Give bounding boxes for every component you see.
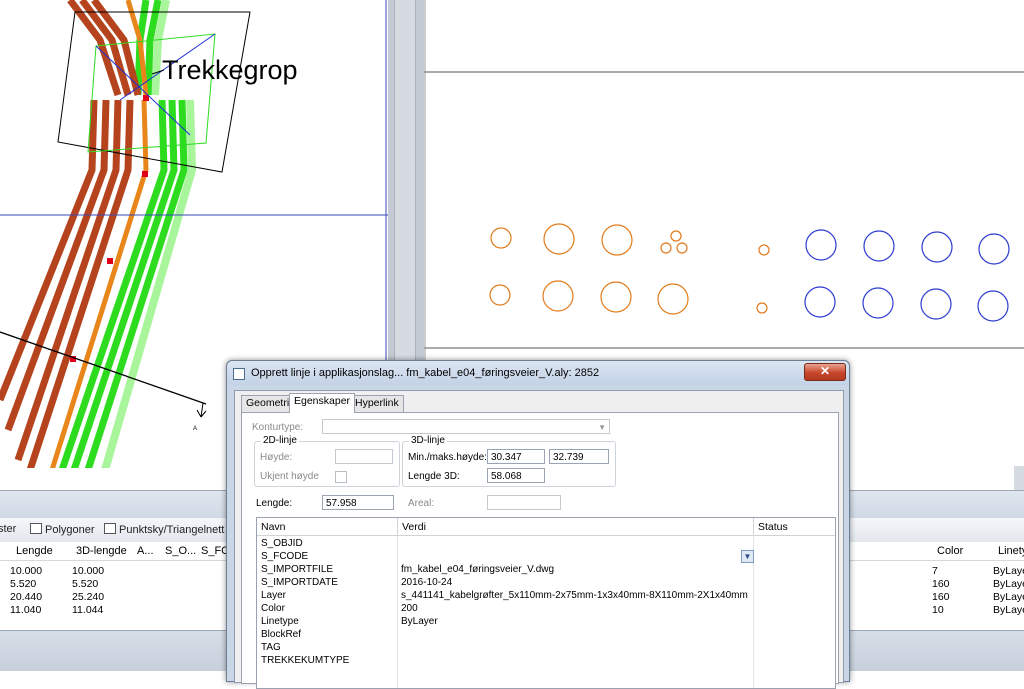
konturtype-label: Konturtype: bbox=[252, 422, 304, 433]
cell-lengde: 11.040 bbox=[10, 604, 42, 616]
grid-row[interactable]: S_IMPORTFILE fm_kabel_e04_føringsveier_V… bbox=[257, 563, 835, 576]
col-linetype[interactable]: Linety bbox=[998, 545, 1024, 557]
max-hoyde-field[interactable]: 32.739 bbox=[549, 449, 609, 464]
grid-row[interactable]: TREKKEKUMTYPE bbox=[257, 654, 835, 667]
tab-punktsky[interactable]: Punktsky/Triangelnett bbox=[104, 523, 224, 536]
tab-hyperlink[interactable]: Hyperlink bbox=[350, 395, 404, 412]
col-3d-lengde[interactable]: 3D-lengde bbox=[76, 545, 127, 557]
minmax-hoyde-label: Min./maks.høyde: bbox=[408, 452, 487, 463]
drawing-label-trekkegrop: Trekkegrop bbox=[162, 55, 298, 85]
col-s-fc[interactable]: S_FC bbox=[201, 545, 229, 557]
grid-row[interactable]: Layer s_441141_kabelgrøfter_5x110mm-2x75… bbox=[257, 589, 835, 602]
pipe-circles-orange bbox=[489, 223, 770, 315]
tab-geometri[interactable]: Geometri bbox=[241, 395, 295, 412]
grid-row-name: BlockRef bbox=[261, 629, 302, 640]
group-3d-linje: 3D-linje Min./maks.høyde: 30.347 32.739 … bbox=[402, 435, 616, 487]
grid-row[interactable]: S_FCODE ▼ bbox=[257, 550, 835, 563]
grid-row-name: Color bbox=[261, 603, 285, 614]
group-2d-linje: 2D-linje Høyde: Ukjent høyde bbox=[254, 435, 400, 487]
tab-layers-label: ster bbox=[0, 523, 17, 535]
cell-lengde: 5.520 bbox=[10, 578, 37, 590]
grid-row[interactable]: TAG bbox=[257, 641, 835, 654]
grid-row[interactable]: Linetype ByLayer bbox=[257, 615, 835, 628]
cell-linetype: ByLaye bbox=[993, 565, 1024, 577]
tab-polygoner[interactable]: Polygoner bbox=[30, 523, 95, 536]
group-3d-title: 3D-linje bbox=[409, 435, 447, 446]
cell-linetype: ByLaye bbox=[993, 591, 1024, 603]
cable-trench-brown bbox=[0, 0, 142, 468]
grid-row[interactable]: BlockRef bbox=[257, 628, 835, 641]
chevron-down-icon: ▼ bbox=[598, 423, 606, 432]
grid-row-name: TAG bbox=[261, 642, 281, 653]
grid-header-verdi[interactable]: Verdi bbox=[397, 518, 753, 536]
tab-polygoner-label: Polygoner bbox=[45, 524, 95, 536]
hoyde-label: Høyde: bbox=[260, 452, 293, 463]
cell-3d-lengde: 11.044 bbox=[72, 604, 104, 616]
pointcloud-icon bbox=[104, 523, 116, 534]
ukjent-hoyde-label: Ukjent høyde bbox=[260, 471, 319, 482]
cell-3d-lengde: 10.000 bbox=[72, 565, 105, 577]
viewport-scrollbar[interactable] bbox=[1014, 466, 1024, 490]
property-grid[interactable]: Navn Verdi Status S_OBJID S_FCODE ▼ S_IM… bbox=[256, 517, 836, 689]
grid-row-name: S_OBJID bbox=[261, 538, 303, 549]
cell-linetype: ByLaye bbox=[993, 604, 1024, 616]
cell-lengde: 20.440 bbox=[10, 591, 43, 603]
col-s-o[interactable]: S_O... bbox=[165, 545, 196, 557]
section-arrow-label: A bbox=[193, 426, 197, 432]
grid-row-name: Linetype bbox=[261, 616, 299, 627]
hoyde-field[interactable] bbox=[335, 449, 393, 464]
lengde-label: Lengde: bbox=[256, 498, 293, 509]
app-icon bbox=[233, 368, 245, 380]
areal-label: Areal: bbox=[408, 498, 435, 509]
cell-lengde: 10.000 bbox=[10, 565, 43, 577]
create-line-dialog: Opprett linje i applikasjonslag... fm_ka… bbox=[226, 360, 850, 689]
lengde-3d-field[interactable]: 58.068 bbox=[487, 468, 545, 483]
pipe-circles-blue bbox=[804, 229, 1010, 322]
col-color[interactable]: Color bbox=[937, 545, 963, 557]
grid-row[interactable]: Color 200 bbox=[257, 602, 835, 615]
min-hoyde-field[interactable]: 30.347 bbox=[487, 449, 545, 464]
grid-row-value: 2016-10-24 bbox=[401, 577, 453, 588]
tab-egenskaper[interactable]: Egenskaper bbox=[289, 393, 356, 413]
cell-3d-lengde: 25.240 bbox=[72, 591, 105, 603]
grid-row-name: Layer bbox=[261, 590, 287, 601]
fcode-dropdown-icon[interactable]: ▼ bbox=[741, 550, 754, 563]
grid-row-name: TREKKEKUMTYPE bbox=[261, 655, 350, 666]
tab-layers[interactable]: ster bbox=[0, 523, 16, 535]
grid-row-value: 200 bbox=[401, 603, 418, 614]
grid-header-navn[interactable]: Navn bbox=[257, 518, 397, 536]
egenskaper-tab-page: Konturtype: ▼ 2D-linje Høyde: Ukjent høy… bbox=[241, 412, 839, 689]
cell-color: 10 bbox=[932, 604, 944, 616]
close-button[interactable]: ✕ bbox=[804, 363, 846, 381]
grid-row-name: S_IMPORTFILE bbox=[261, 564, 334, 575]
grid-row-value: fm_kabel_e04_føringsveier_V.dwg bbox=[401, 564, 555, 575]
col-a[interactable]: A... bbox=[137, 545, 154, 557]
grid-row-value: s_441141_kabelgrøfter_5x110mm-2x75mm-1x3… bbox=[401, 590, 748, 601]
cell-3d-lengde: 5.520 bbox=[72, 578, 99, 590]
cell-linetype: ByLaye bbox=[993, 578, 1024, 590]
col-lengde[interactable]: Lengde bbox=[16, 545, 53, 557]
cell-color: 7 bbox=[932, 565, 938, 577]
section-arrow-icon bbox=[196, 402, 207, 418]
grid-row-name: S_IMPORTDATE bbox=[261, 577, 338, 588]
dialog-body: Geometri Egenskaper Hyperlink Konturtype… bbox=[234, 390, 844, 689]
grid-row[interactable]: S_IMPORTDATE 2016-10-24 bbox=[257, 576, 835, 589]
cell-color: 160 bbox=[932, 578, 950, 590]
lengde-field[interactable]: 57.958 bbox=[322, 495, 394, 510]
tab-punktsky-label: Punktsky/Triangelnett bbox=[119, 524, 225, 536]
areal-field[interactable] bbox=[487, 495, 561, 510]
polygon-icon bbox=[30, 523, 42, 534]
konturtype-select[interactable]: ▼ bbox=[322, 419, 610, 434]
ukjent-hoyde-checkbox[interactable] bbox=[335, 471, 347, 483]
grid-row-name: S_FCODE bbox=[261, 551, 309, 562]
grid-header-status[interactable]: Status bbox=[753, 518, 835, 536]
dialog-titlebar[interactable]: Opprett linje i applikasjonslag... fm_ka… bbox=[227, 361, 849, 385]
lengde-3d-label: Lengde 3D: bbox=[408, 471, 460, 482]
dialog-title: Opprett linje i applikasjonslag... fm_ka… bbox=[251, 367, 600, 379]
group-2d-title: 2D-linje bbox=[261, 435, 299, 446]
cell-color: 160 bbox=[932, 591, 950, 603]
grid-row-value: ByLayer bbox=[401, 616, 438, 627]
grid-row[interactable]: S_OBJID bbox=[257, 537, 835, 550]
